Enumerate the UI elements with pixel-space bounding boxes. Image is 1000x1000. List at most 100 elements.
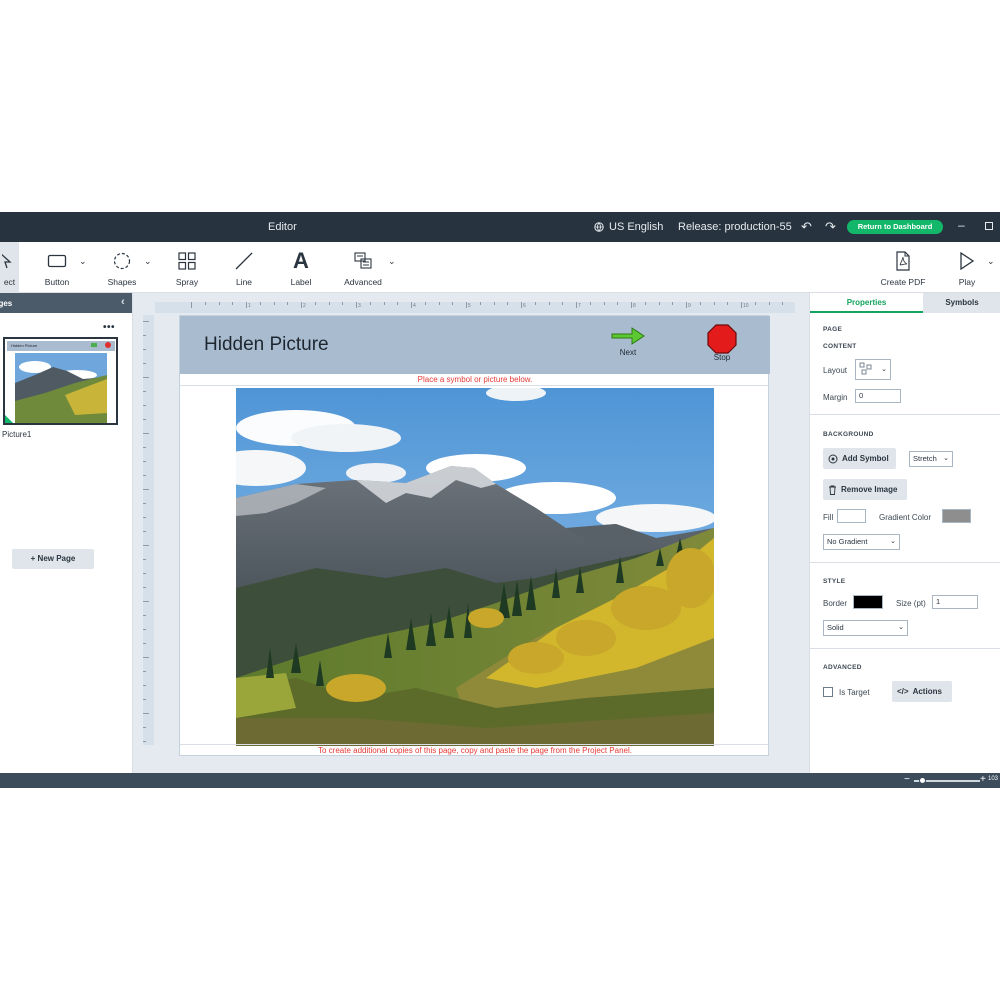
style-section-heading: STYLE: [823, 578, 846, 585]
zoom-in-icon[interactable]: +: [980, 774, 986, 785]
ruler-tick: [143, 391, 146, 392]
tab-symbols[interactable]: Symbols: [923, 293, 1000, 313]
add-symbol-label: Add Symbol: [842, 454, 889, 463]
page-header-bar: Hidden Picture Next Stop: [180, 316, 770, 374]
ruler-tick: [204, 302, 206, 305]
line-tool-label: Line: [235, 277, 253, 287]
ruler-tick: [727, 302, 729, 305]
toolbar: ect Button ⌄ Shapes ⌄ Spray Line A Label…: [0, 242, 1000, 293]
button-tool[interactable]: Button: [40, 242, 74, 293]
ruler-tick: [143, 419, 146, 420]
label-tool[interactable]: A Label: [284, 242, 318, 293]
status-bar: − + 103: [0, 773, 1000, 788]
ruler-tick: [191, 302, 192, 308]
fill-color-swatch[interactable]: [837, 509, 866, 523]
gradient-color-swatch[interactable]: [942, 509, 971, 523]
thumbnail-title: Hidden Picture: [11, 343, 38, 348]
more-options-icon[interactable]: •••: [103, 322, 115, 333]
next-button[interactable]: Next: [608, 326, 648, 357]
ruler-number: 4: [413, 303, 416, 309]
spray-tool[interactable]: Spray: [170, 242, 204, 293]
advanced-tool[interactable]: Advanced: [340, 242, 386, 293]
select-tool[interactable]: ect: [0, 242, 19, 293]
language-selector[interactable]: US English: [594, 221, 663, 233]
advanced-chevron-down-icon[interactable]: ⌄: [388, 256, 396, 267]
thumbnail-stop-icon: [105, 342, 111, 348]
stop-button[interactable]: Stop: [702, 324, 742, 362]
mountain-picture[interactable]: [236, 388, 714, 746]
border-style-dropdown[interactable]: Solid ⌄: [823, 620, 908, 636]
shapes-tool[interactable]: Shapes: [104, 242, 140, 293]
page-canvas[interactable]: Hidden Picture Next Stop Place a symbol …: [179, 315, 770, 756]
page-thumbnail[interactable]: Hidden Picture: [3, 337, 118, 425]
stretch-dropdown[interactable]: Stretch ⌄: [909, 451, 953, 467]
ruler-tick: [328, 302, 330, 305]
ruler-tick: [383, 302, 385, 305]
collapse-chevron-icon[interactable]: ‹: [121, 296, 125, 308]
gradient-dropdown[interactable]: No Gradient ⌄: [823, 534, 900, 550]
stop-sign-icon: [707, 324, 737, 354]
ruler-number: 9: [688, 303, 691, 309]
current-page-flag: [5, 415, 13, 423]
layout-dropdown[interactable]: ⌄: [855, 359, 891, 380]
add-symbol-button[interactable]: Add Symbol: [823, 448, 896, 469]
window-title: Editor: [268, 221, 297, 233]
button-chevron-down-icon[interactable]: ⌄: [79, 256, 87, 267]
line-icon: [234, 247, 254, 275]
ruler-tick: [218, 302, 220, 305]
shapes-chevron-down-icon[interactable]: ⌄: [144, 256, 152, 267]
ruler-tick: [143, 377, 149, 378]
page-title[interactable]: Hidden Picture: [204, 334, 329, 356]
background-section-heading: BACKGROUND: [823, 431, 874, 438]
ruler-tick: [273, 302, 275, 305]
page-section-heading: PAGE: [823, 326, 843, 333]
play-chevron-down-icon[interactable]: ⌄: [987, 256, 995, 267]
ruler-tick: [143, 685, 146, 686]
globe-icon: [594, 222, 604, 232]
margin-input[interactable]: 0: [855, 389, 901, 403]
minimize-icon[interactable]: –: [958, 218, 965, 232]
pointer-icon: [1, 247, 18, 275]
vertical-ruler: [143, 315, 154, 745]
zoom-out-icon[interactable]: −: [904, 774, 910, 785]
stretch-chevron-down-icon: ⌄: [943, 455, 949, 462]
ruler-tick: [143, 573, 146, 574]
ruler-number: 10: [743, 303, 749, 309]
ruler-number: 5: [468, 303, 471, 309]
section-divider: [810, 562, 1000, 563]
ruler-tick: [314, 302, 316, 305]
restore-icon[interactable]: [985, 222, 993, 230]
top-hint-text: Place a symbol or picture below.: [180, 374, 770, 386]
ruler-tick: [369, 302, 371, 305]
next-button-label: Next: [619, 348, 637, 357]
return-to-dashboard-button[interactable]: Return to Dashboard: [847, 220, 943, 234]
remove-image-button[interactable]: Remove Image: [823, 479, 907, 500]
advanced-tool-label: Advanced: [344, 277, 382, 287]
undo-icon[interactable]: ↶: [801, 219, 812, 235]
ruler-tick: [301, 302, 302, 308]
ruler-tick: [143, 335, 146, 336]
line-tool[interactable]: Line: [228, 242, 260, 293]
is-target-checkbox[interactable]: [823, 687, 833, 697]
ruler-tick: [143, 545, 149, 546]
zoom-slider-handle[interactable]: [918, 777, 926, 784]
ruler-tick: [562, 302, 564, 305]
ruler-tick: [143, 657, 149, 658]
ruler-tick: [507, 302, 509, 305]
border-color-swatch[interactable]: [853, 595, 883, 609]
release-label: Release: production-55: [678, 221, 792, 233]
actions-button[interactable]: </> Actions: [892, 681, 952, 702]
ruler-tick: [143, 447, 146, 448]
redo-icon[interactable]: ↷: [825, 219, 836, 235]
ruler-tick: [143, 727, 146, 728]
ruler-tick: [699, 302, 701, 305]
play-tool[interactable]: Play: [952, 242, 982, 293]
stop-button-label: Stop: [713, 353, 731, 362]
ruler-tick: [397, 302, 399, 305]
new-page-button[interactable]: + New Page: [12, 549, 94, 569]
tab-properties[interactable]: Properties: [810, 293, 923, 313]
size-input[interactable]: 1: [932, 595, 978, 609]
create-pdf-tool[interactable]: Create PDF: [876, 242, 930, 293]
gradient-chevron-down-icon: ⌄: [890, 538, 896, 545]
select-tool-label: ect: [3, 277, 16, 287]
